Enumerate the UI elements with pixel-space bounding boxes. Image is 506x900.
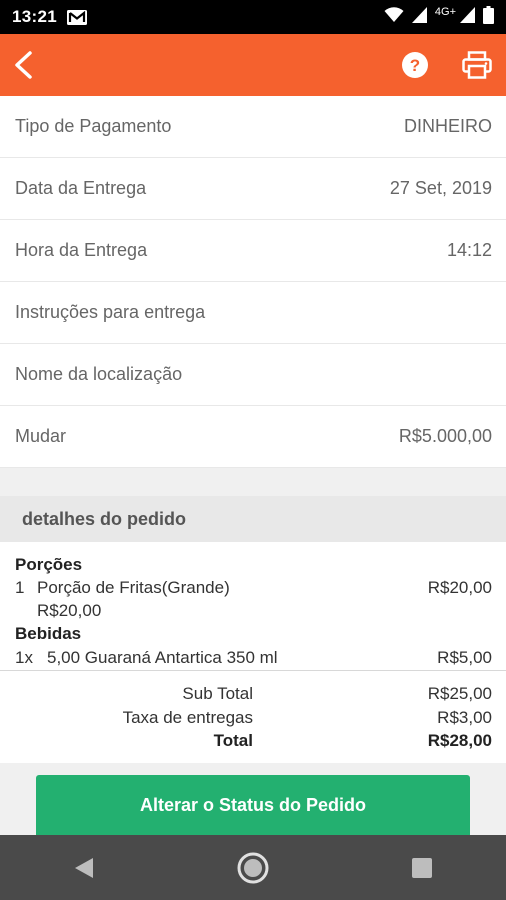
location-name-row: Nome da localização bbox=[0, 344, 506, 406]
nav-home-icon[interactable] bbox=[233, 848, 273, 888]
row-label: Tipo de Pagamento bbox=[15, 116, 172, 136]
back-arrow-icon[interactable] bbox=[10, 50, 40, 80]
subtotal-row: Sub Total R$25,00 bbox=[0, 684, 506, 706]
delivery-date-row: Data da Entrega 27 Set, 2019 bbox=[0, 158, 506, 220]
item-name: Porção de Fritas(Grande) bbox=[37, 578, 230, 597]
delivery-fee-label: Taxa de entregas bbox=[122, 708, 253, 727]
change-row: Mudar R$5.000,00 bbox=[0, 406, 506, 468]
item-price: R$5,00 bbox=[437, 648, 492, 667]
status-bar: 13:21 4G+ bbox=[0, 0, 506, 34]
row-label: Instruções para entrega bbox=[15, 302, 206, 322]
subtotal-label: Sub Total bbox=[182, 684, 253, 703]
help-icon[interactable]: ? bbox=[401, 51, 429, 79]
system-nav-bar bbox=[0, 835, 506, 900]
category-title: Bebidas bbox=[15, 624, 82, 643]
delivery-fee-value: R$3,00 bbox=[437, 708, 492, 727]
nav-recents-icon[interactable] bbox=[402, 848, 442, 888]
cell-signal-icon-2 bbox=[460, 6, 475, 28]
payment-type-row: Tipo de Pagamento DINHEIRO bbox=[0, 96, 506, 158]
row-label: Hora da Entrega bbox=[15, 240, 148, 260]
cell-signal-icon bbox=[411, 6, 427, 28]
row-value: 27 Set, 2019 bbox=[389, 178, 492, 198]
item-name: 5,00 Guaraná Antartica 350 ml bbox=[47, 648, 278, 667]
total-row: Total R$28,00 bbox=[0, 731, 506, 753]
total-label: Total bbox=[213, 731, 253, 750]
order-item: 1x 5,00 Guaraná Antartica 350 ml R$5,00 bbox=[15, 648, 492, 668]
status-time: 13:21 bbox=[12, 7, 57, 26]
row-label: Mudar bbox=[15, 426, 67, 446]
change-order-status-button[interactable]: Alterar o Status do Pedido bbox=[36, 775, 470, 835]
svg-text:?: ? bbox=[410, 56, 420, 75]
app-bar: ? bbox=[0, 34, 506, 96]
total-value: R$28,00 bbox=[427, 731, 492, 750]
battery-icon bbox=[483, 5, 494, 29]
row-value: R$5.000,00 bbox=[398, 426, 492, 446]
order-details-header: detalhes do pedido bbox=[0, 496, 506, 542]
item-unit-price: R$20,00 bbox=[37, 601, 102, 620]
print-icon[interactable] bbox=[462, 51, 492, 79]
category-title: Porções bbox=[15, 555, 83, 574]
item-qty: 1 bbox=[15, 578, 25, 597]
order-items-list: Porções 1 Porção de Fritas(Grande) R$20,… bbox=[0, 542, 506, 670]
nav-back-icon[interactable] bbox=[64, 848, 104, 888]
row-label: Data da Entrega bbox=[15, 178, 147, 198]
subtotal-value: R$25,00 bbox=[427, 684, 492, 703]
network-type-label: 4G+ bbox=[434, 6, 456, 18]
row-label: Nome da localização bbox=[15, 364, 183, 384]
delivery-instructions-row: Instruções para entrega bbox=[0, 282, 506, 344]
order-item: 1 Porção de Fritas(Grande) R$20,00 bbox=[15, 578, 492, 598]
order-info-list: Tipo de Pagamento DINHEIRO Data da Entre… bbox=[0, 96, 506, 468]
order-totals: Sub Total R$25,00 Taxa de entregas R$3,0… bbox=[0, 670, 506, 763]
item-price: R$20,00 bbox=[427, 578, 492, 597]
delivery-time-row: Hora da Entrega 14:12 bbox=[0, 220, 506, 282]
row-value: 14:12 bbox=[446, 240, 492, 260]
row-value: DINHEIRO bbox=[403, 116, 492, 136]
gmail-icon bbox=[66, 9, 87, 25]
item-qty: 1x bbox=[15, 648, 33, 667]
delivery-fee-row: Taxa de entregas R$3,00 bbox=[0, 708, 506, 730]
wifi-icon bbox=[384, 6, 404, 28]
